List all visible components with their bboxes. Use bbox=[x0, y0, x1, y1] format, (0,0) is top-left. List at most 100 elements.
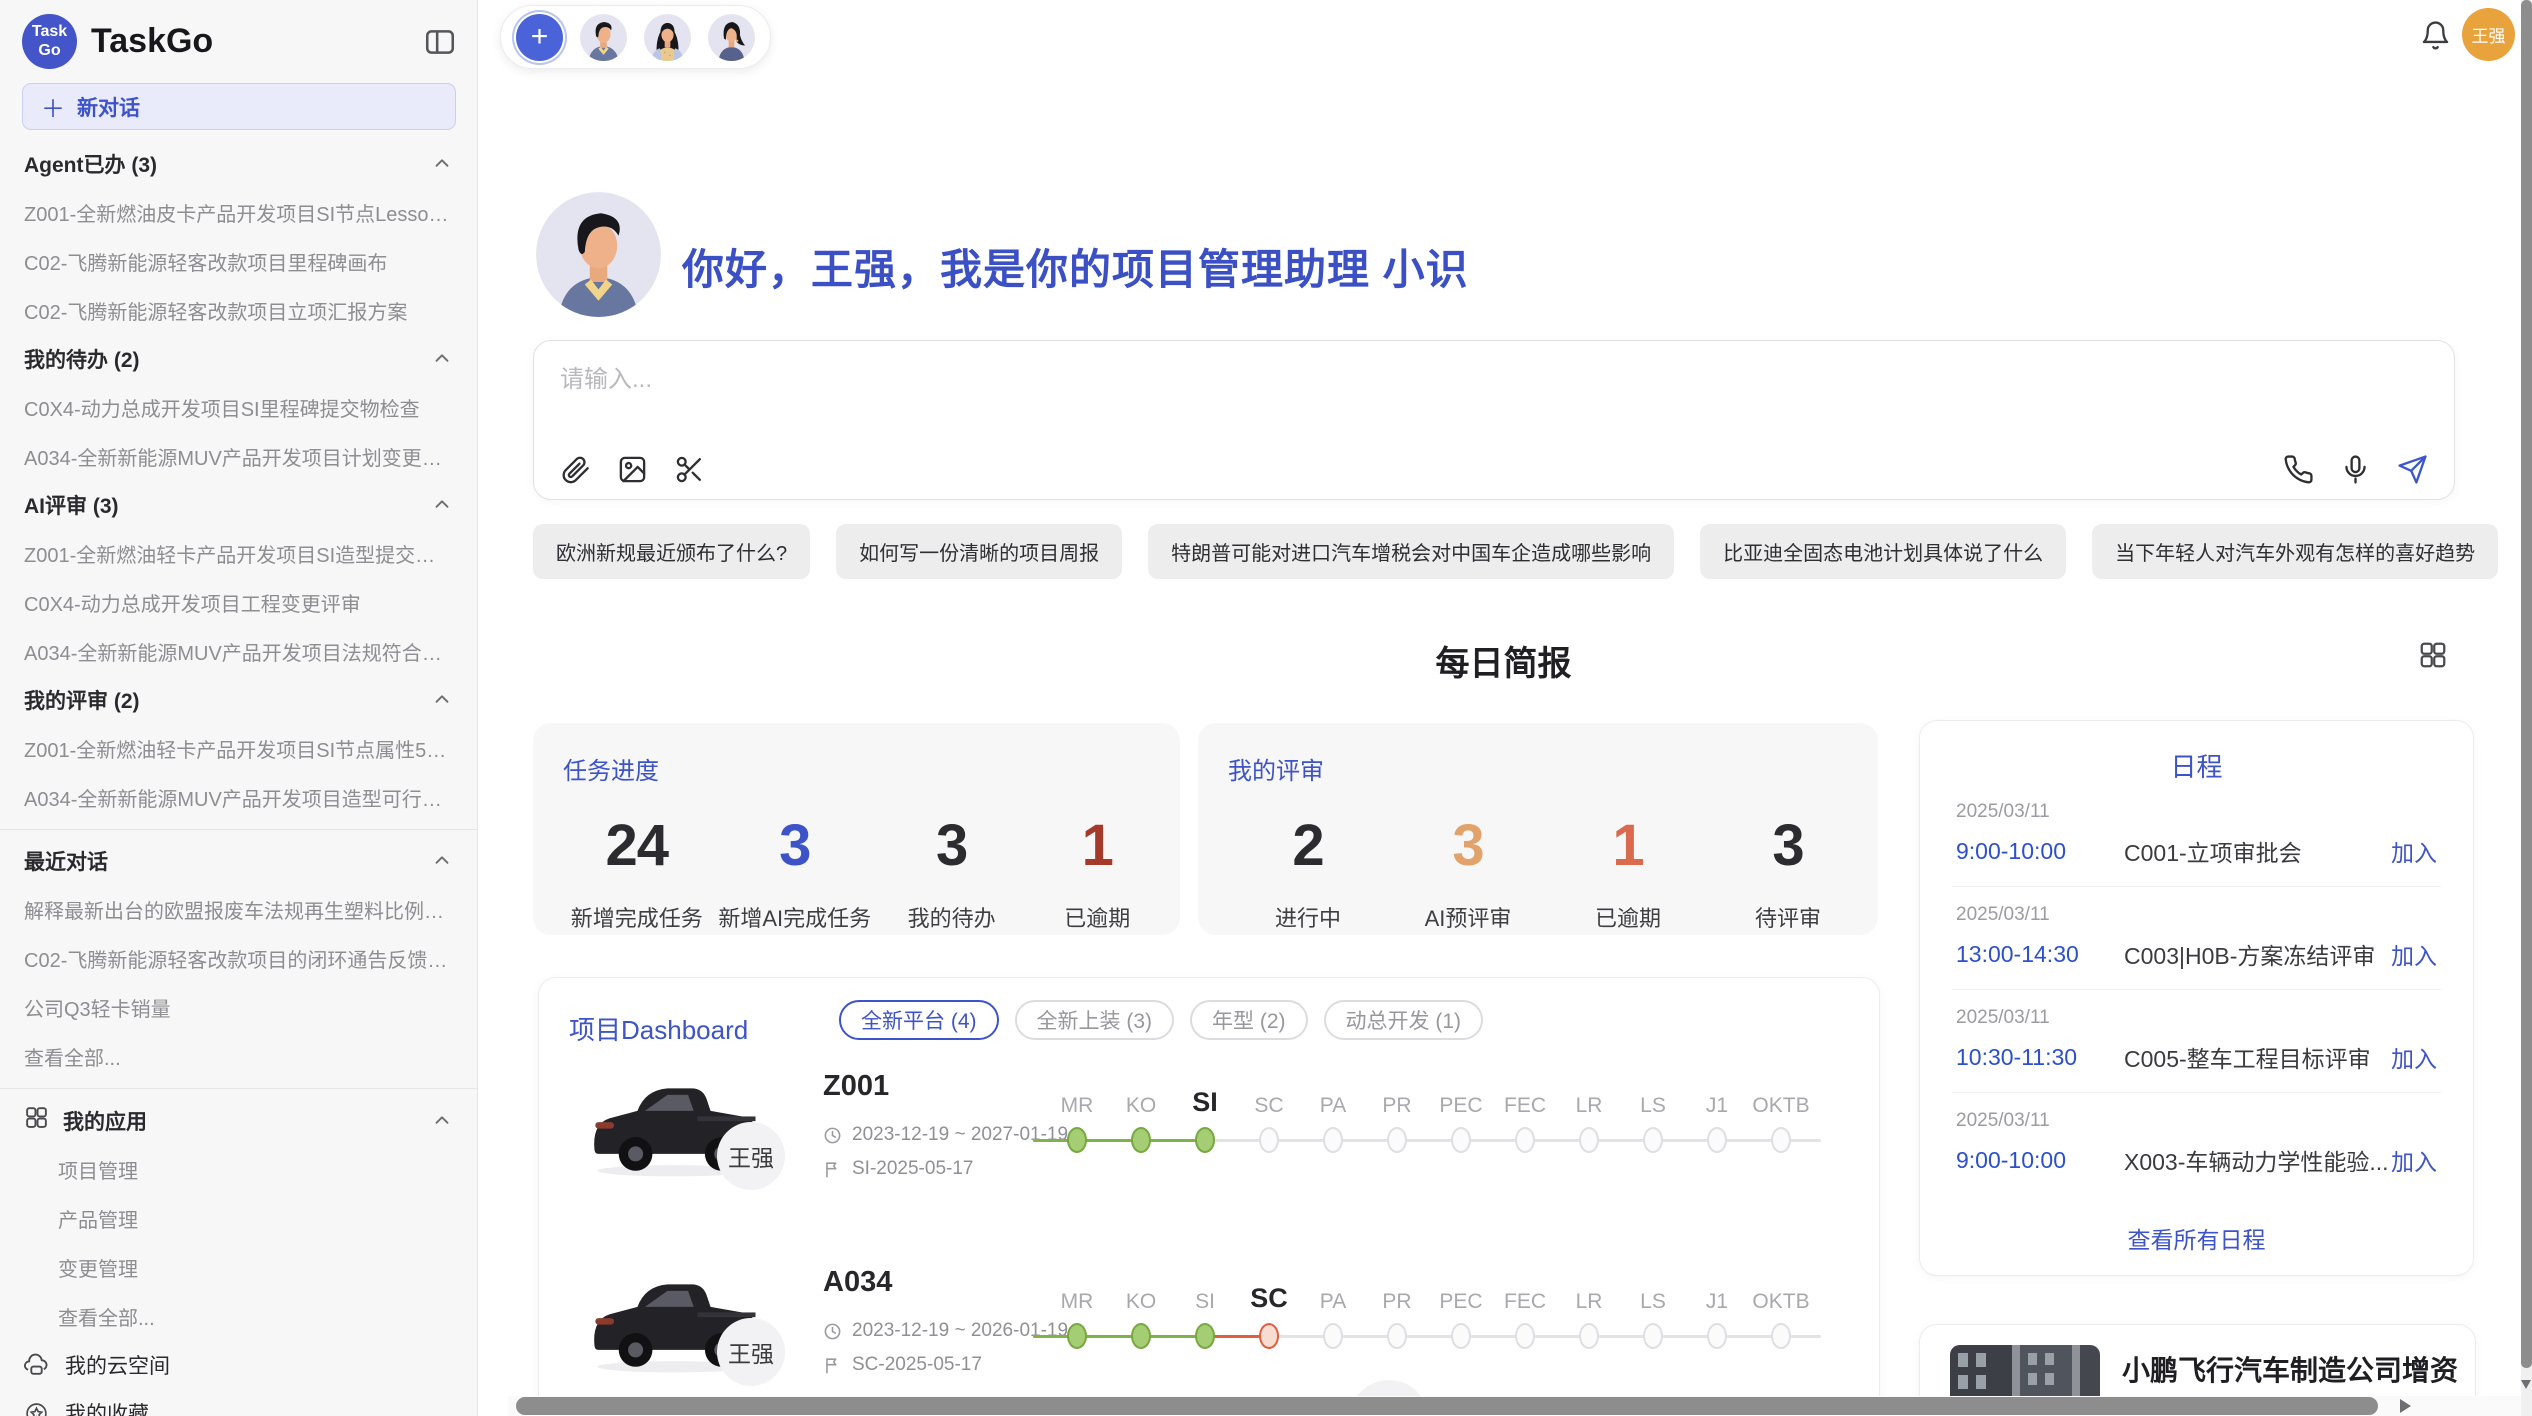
image-icon[interactable] bbox=[617, 454, 648, 485]
recent-chat-item[interactable]: 解释最新出台的欧盟报废车法规再生塑料比例被调至15%... bbox=[0, 885, 477, 934]
recent-chat-item[interactable]: 查看全部... bbox=[0, 1032, 477, 1081]
suggestion-chip[interactable]: 特朗普可能对进口汽车增税会对中国车企造成哪些影响 bbox=[1148, 524, 1674, 579]
horizontal-scrollbar[interactable] bbox=[508, 1396, 2532, 1416]
join-meeting-link[interactable]: 加入 bbox=[2391, 1040, 2437, 1074]
flag-icon bbox=[823, 1160, 842, 1179]
milestone-dot-pending bbox=[1259, 1127, 1279, 1153]
layout-grid-icon[interactable] bbox=[2418, 640, 2448, 670]
dashboard-tab[interactable]: 动总开发 (1) bbox=[1324, 1000, 1484, 1040]
chevron-up-icon[interactable] bbox=[431, 689, 453, 711]
recent-chat-item[interactable]: C02-飞腾新能源轻客改款项目的闭环通告反馈情况 bbox=[0, 934, 477, 983]
session-avatar-3[interactable] bbox=[708, 14, 755, 61]
app-menu-item[interactable]: 变更管理 bbox=[0, 1243, 477, 1292]
milestone-dot-pending bbox=[1579, 1127, 1599, 1153]
chevron-up-icon[interactable] bbox=[431, 348, 453, 370]
milestone-dots bbox=[1045, 1124, 1835, 1160]
vertical-scrollbar-thumb[interactable] bbox=[2521, 0, 2532, 1368]
sidebar-section-header[interactable]: 我的待办 (2) bbox=[0, 335, 477, 383]
chevron-up-icon[interactable] bbox=[431, 850, 453, 872]
chevron-up-icon[interactable] bbox=[431, 153, 453, 175]
suggestion-chip[interactable]: 比亚迪全固态电池计划具体说了什么 bbox=[1700, 524, 2066, 579]
schedule-date: 2025/03/11 bbox=[1956, 801, 2437, 823]
scroll-down-arrow-icon[interactable] bbox=[2521, 1380, 2531, 1389]
sidebar-apps-title: 我的应用 bbox=[63, 1106, 431, 1136]
sidebar-section-header[interactable]: Agent已办 (3) bbox=[0, 140, 477, 188]
sidebar-apps-header[interactable]: 我的应用 bbox=[0, 1096, 477, 1145]
sidebar-item-cloud[interactable]: 我的云空间 bbox=[0, 1341, 477, 1389]
milestone-dot-pending bbox=[1707, 1127, 1727, 1153]
sidebar-task-item[interactable]: C02-飞腾新能源轻客改款项目里程碑画布 bbox=[0, 237, 477, 286]
project-row[interactable]: 王强Z0012023-12-19 ~ 2027-01-19SI-2025-05-… bbox=[539, 1060, 1879, 1256]
clock-icon bbox=[823, 1322, 842, 1341]
suggestion-chip[interactable]: 当下年轻人对汽车外观有怎样的喜好趋势 bbox=[2092, 524, 2498, 579]
new-chat-button[interactable]: ＋ 新对话 bbox=[22, 83, 456, 130]
sidebar-recent-title: 最近对话 bbox=[24, 846, 108, 876]
sidebar-task-item[interactable]: C02-飞腾新能源轻客改款项目立项汇报方案 bbox=[0, 286, 477, 335]
scroll-right-arrow-icon[interactable] bbox=[2400, 1399, 2411, 1413]
vertical-scrollbar[interactable] bbox=[2521, 0, 2532, 1416]
milestone-labels: MRKOSISCPAPRPECFECLRLSJ1OKTB bbox=[1045, 1076, 1835, 1118]
message-input[interactable] bbox=[558, 357, 2162, 437]
project-node-info: SC-2025-05-17 bbox=[823, 1354, 982, 1376]
sidebar-section-header[interactable]: 我的评审 (2) bbox=[0, 676, 477, 724]
session-avatar-1[interactable] bbox=[580, 14, 627, 61]
sidebar-sections: Agent已办 (3)Z001-全新燃油皮卡产品开发项目SI节点Lesson L… bbox=[0, 140, 477, 822]
sidebar-task-item[interactable]: A034-全新新能源MUV产品开发项目法规符合性评审 bbox=[0, 627, 477, 676]
join-meeting-link[interactable]: 加入 bbox=[2391, 834, 2437, 868]
join-meeting-link[interactable]: 加入 bbox=[2391, 1143, 2437, 1177]
microphone-icon[interactable] bbox=[2340, 454, 2371, 485]
dashboard-tab[interactable]: 全新上装 (3) bbox=[1015, 1000, 1175, 1040]
app-menu-item[interactable]: 项目管理 bbox=[0, 1145, 477, 1194]
attachment-icon[interactable] bbox=[560, 454, 591, 485]
milestone-label: SI bbox=[1173, 1087, 1237, 1118]
chevron-up-icon[interactable] bbox=[431, 1110, 453, 1132]
recent-chat-item[interactable]: 公司Q3轻卡销量 bbox=[0, 983, 477, 1032]
milestone-dot-pending bbox=[1771, 1323, 1791, 1349]
stat-columns: 24新增完成任务3新增AI完成任务3我的待办1已逾期 bbox=[563, 812, 1170, 933]
suggestion-chip[interactable]: 欧洲新规最近颁布了什么? bbox=[533, 524, 810, 579]
milestone-dot-pending bbox=[1643, 1323, 1663, 1349]
milestone-dot-done bbox=[1067, 1127, 1087, 1153]
sidebar-task-item[interactable]: C0X4-动力总成开发项目工程变更评审 bbox=[0, 578, 477, 627]
project-row[interactable]: 王强A0342023-12-19 ~ 2026-01-19SC-2025-05-… bbox=[539, 1256, 1879, 1416]
horizontal-scrollbar-thumb[interactable] bbox=[516, 1397, 2378, 1415]
sidebar-task-item[interactable]: C0X4-动力总成开发项目SI里程碑提交物检查 bbox=[0, 383, 477, 432]
scissors-icon[interactable] bbox=[674, 454, 705, 485]
dashboard-tab[interactable]: 年型 (2) bbox=[1190, 1000, 1308, 1040]
stat-item: 3AI预评审 bbox=[1403, 812, 1533, 933]
briefing-title: 每日简报 bbox=[533, 636, 2474, 685]
milestone-label: PEC bbox=[1429, 1290, 1493, 1314]
phone-icon[interactable] bbox=[2283, 454, 2314, 485]
milestone-dot-pending bbox=[1707, 1323, 1727, 1349]
milestone-dot-pending bbox=[1387, 1127, 1407, 1153]
app-menu-item[interactable]: 查看全部... bbox=[0, 1292, 477, 1341]
milestone-label: J1 bbox=[1685, 1094, 1749, 1118]
sidebar-task-item[interactable]: Z001-全新燃油皮卡产品开发项目SI节点Lesson Learn报告 bbox=[0, 188, 477, 237]
view-all-schedule-link[interactable]: 查看所有日程 bbox=[1920, 1221, 2473, 1255]
app-title: TaskGo bbox=[91, 22, 423, 61]
sidebar-task-item[interactable]: Z001-全新燃油轻卡产品开发项目SI造型提交物评审 bbox=[0, 529, 477, 578]
sidebar-task-item[interactable]: Z001-全新燃油轻卡产品开发项目SI节点属性5D文件评审 bbox=[0, 724, 477, 773]
new-session-button[interactable]: + bbox=[516, 14, 563, 61]
milestone-dot-pending bbox=[1323, 1323, 1343, 1349]
sidebar-task-item[interactable]: A034-全新新能源MUV产品开发项目造型可行性评审 bbox=[0, 773, 477, 822]
stat-label: 新增完成任务 bbox=[571, 901, 703, 933]
stat-item: 2进行中 bbox=[1243, 812, 1373, 933]
sidebar-collapse-icon[interactable] bbox=[423, 25, 457, 59]
join-meeting-link[interactable]: 加入 bbox=[2391, 937, 2437, 971]
suggestion-chip[interactable]: 如何写一份清晰的项目周报 bbox=[836, 524, 1122, 579]
milestone-label: PA bbox=[1301, 1290, 1365, 1314]
send-icon[interactable] bbox=[2397, 454, 2428, 485]
bell-icon[interactable] bbox=[2420, 20, 2451, 51]
schedule-time: 9:00-10:00 bbox=[1956, 1147, 2124, 1174]
sidebar-recent-header[interactable]: 最近对话 bbox=[0, 837, 477, 885]
session-avatar-2[interactable] bbox=[644, 14, 691, 61]
chevron-up-icon[interactable] bbox=[431, 494, 453, 516]
sidebar-section-header[interactable]: AI评审 (3) bbox=[0, 481, 477, 529]
user-avatar[interactable]: 王强 bbox=[2462, 8, 2515, 61]
app-menu-item[interactable]: 产品管理 bbox=[0, 1194, 477, 1243]
dashboard-tab[interactable]: 全新平台 (4) bbox=[839, 1000, 999, 1040]
sidebar-item-star[interactable]: 我的收藏 bbox=[0, 1389, 477, 1416]
logo-line2: Go bbox=[38, 42, 60, 60]
sidebar-task-item[interactable]: A034-全新新能源MUV产品开发项目计划变更表编写 bbox=[0, 432, 477, 481]
